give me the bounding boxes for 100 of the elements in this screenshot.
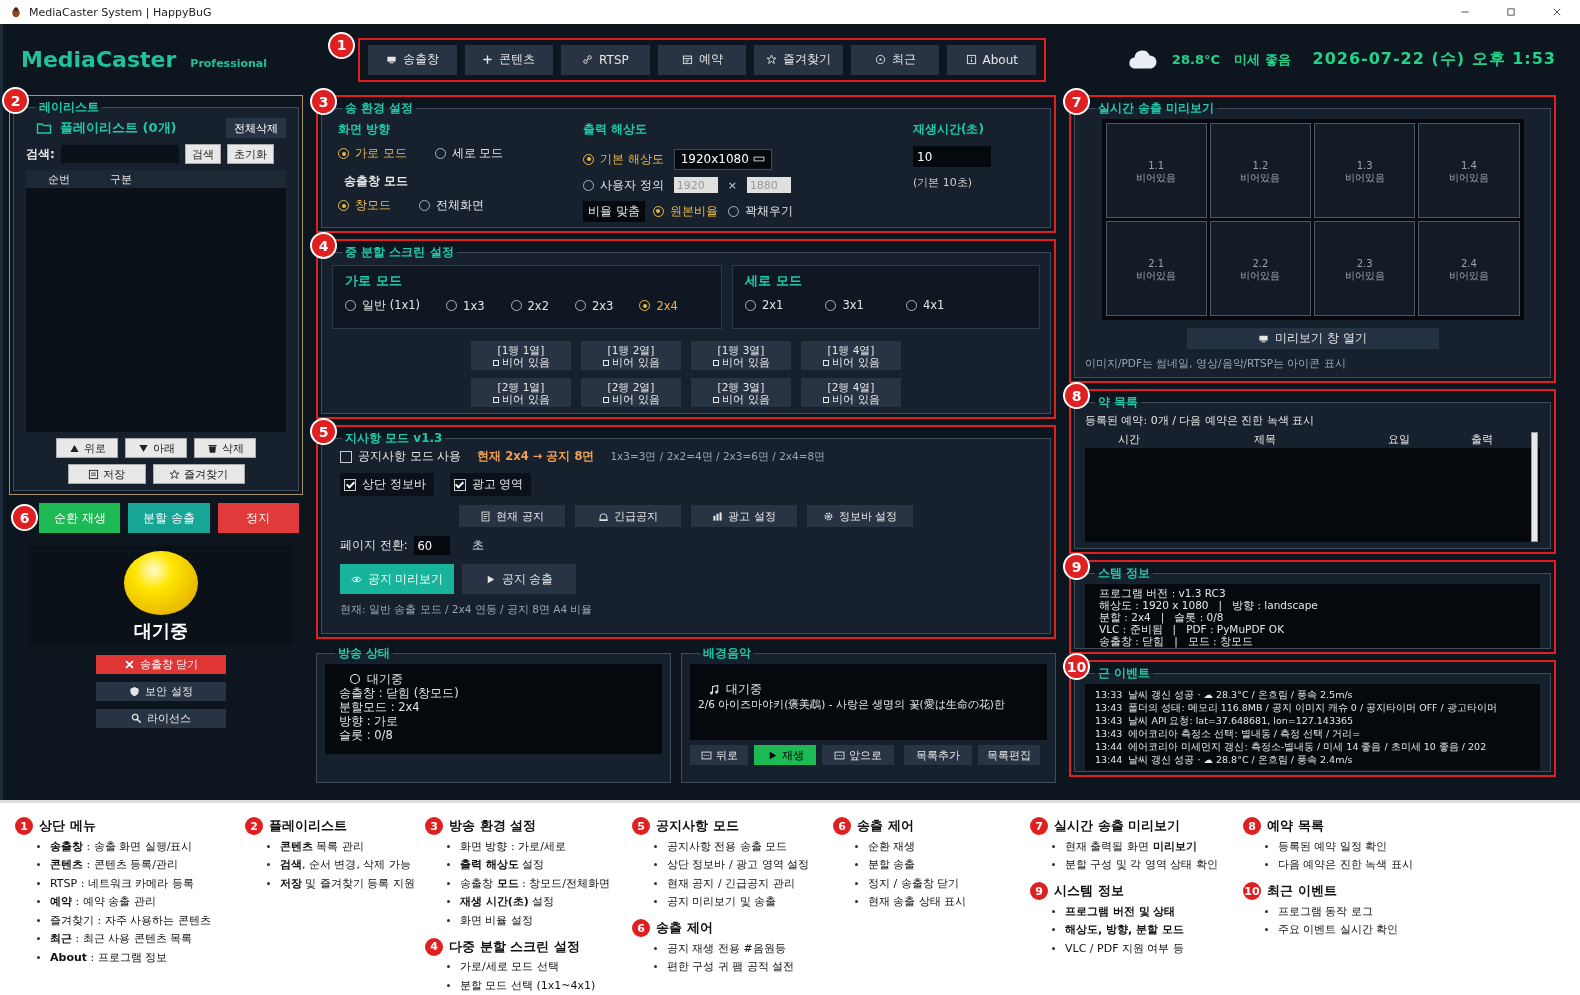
legend-item: 프로그램 동작 로그 — [1278, 903, 1373, 919]
radio-option[interactable]: 사용자 정의 — [583, 177, 664, 193]
legend-item: 순환 재생 — [868, 838, 916, 854]
open-preview-button[interactable]: 미리보기 창 열기 — [1186, 328, 1439, 349]
number-badge: 6 — [632, 919, 650, 937]
log-message: 날씨 갱신 성공 · ☁ 28.8°C / 온흐림 / 풍속 2.4m/s — [1128, 753, 1353, 766]
bullet-icon — [855, 881, 858, 885]
playlist-button[interactable]: 삭제 — [194, 438, 256, 458]
panel-title: 레이리스트 — [38, 99, 100, 116]
menu-button[interactable]: 즐겨찾기 — [754, 44, 843, 75]
bullet-icon — [855, 900, 858, 904]
radio-option[interactable]: 3x1 — [825, 298, 864, 312]
cell-button[interactable]: [2행 1열] 비어 있음 — [471, 378, 571, 407]
duration-field[interactable]: 10 — [913, 146, 991, 167]
bullet-icon — [1265, 928, 1268, 932]
section-label: 재생시간(초) — [913, 121, 985, 138]
legend-heading: 다중 분할 스크린 설정 — [449, 937, 580, 956]
slot-number: 2.2 — [1252, 258, 1269, 271]
clear-all-button[interactable]: 전체삭제 — [226, 118, 286, 138]
cell-button[interactable]: [1행 3열] 비어 있음 — [691, 341, 791, 370]
bullet-icon — [654, 965, 657, 969]
column-header: 순번 — [48, 171, 70, 187]
legend-item: 화면 방향 : 가로/세로 — [460, 838, 566, 854]
bullet-icon — [1052, 863, 1055, 867]
radio-option[interactable]: 2x1 — [745, 298, 784, 312]
playlist-button[interactable]: 저장 — [67, 464, 146, 484]
cell-button[interactable]: [1행 4열] 비어 있음 — [801, 341, 901, 370]
radio-option[interactable]: 2x4 — [639, 298, 678, 313]
number-badge: 6 — [11, 504, 38, 531]
music-button[interactable]: 목록추가 — [904, 745, 972, 765]
panel-title: 실시간 송출 미리보기 — [1097, 100, 1216, 117]
interval-field[interactable]: 60 — [413, 536, 450, 555]
radio-option[interactable]: 1x3 — [446, 298, 485, 313]
star-icon — [766, 54, 778, 65]
legend-heading: 플레이리스트 — [269, 817, 347, 835]
radio-option[interactable]: 일반 (1x1) — [345, 298, 421, 313]
cell-button[interactable]: [2행 3열] 비어 있음 — [691, 378, 791, 407]
bullet-icon — [1052, 946, 1055, 950]
legend-item: 송출창 : 송출 화면 실행/표시 — [50, 838, 193, 854]
radio-option[interactable]: 2x2 — [510, 298, 549, 313]
checkbox[interactable]: 공지사항 모드 사용 — [340, 449, 462, 464]
cell-button[interactable]: [2행 2열] 비어 있음 — [581, 378, 681, 407]
bullet-icon — [447, 881, 450, 885]
radio-option[interactable]: 창모드 — [338, 198, 391, 213]
radio-option[interactable]: 꽉채우기 — [727, 203, 793, 219]
radio-option[interactable]: 세로 모드 — [434, 146, 504, 161]
plus-icon — [482, 54, 494, 65]
menu-button[interactable]: RTSP — [561, 44, 650, 75]
scrollbar[interactable] — [1531, 432, 1538, 542]
playlist-button[interactable]: 아래 — [125, 438, 187, 458]
music-button[interactable]: 재생 — [754, 745, 816, 765]
cell-button[interactable]: [1행 1열] 비어 있음 — [471, 341, 571, 370]
resolution-dropdown[interactable]: 1920x1080 — [673, 148, 772, 170]
action-button[interactable]: 보안 설정 — [96, 682, 226, 701]
music-button[interactable]: 앞으로 — [822, 745, 894, 765]
checkbox[interactable]: 광고 영역 — [449, 473, 532, 496]
action-button[interactable]: 송출창 닫기 — [96, 655, 226, 674]
slot-status: 비어있음 — [1344, 172, 1385, 184]
search-button[interactable]: 검색 — [184, 144, 221, 164]
action-button[interactable]: 라이선스 — [96, 709, 226, 728]
reset-button[interactable]: 초기화 — [226, 144, 274, 164]
music-button[interactable]: 뒤로 — [690, 745, 748, 765]
cell-button[interactable]: [2행 4열] 비어 있음 — [801, 378, 901, 407]
menu-button[interactable]: 콘텐츠 — [464, 44, 554, 75]
notice-button[interactable]: 공지 송출 — [462, 564, 576, 594]
legend-heading: 예약 목록 — [1267, 817, 1324, 835]
search-label: 검색: — [26, 145, 55, 163]
legend-item: 저장 및 즐겨찾기 등록 지원 — [280, 875, 415, 891]
tool-button[interactable]: 긴급공지 — [575, 505, 681, 527]
checkbox[interactable]: 상단 정보바 — [340, 473, 434, 496]
tool-button[interactable]: 광고 설정 — [691, 505, 797, 527]
playlist-button[interactable]: 즐겨찾기 — [152, 464, 245, 484]
menu-button[interactable]: About — [947, 44, 1037, 75]
menu-button[interactable]: 최근 — [850, 44, 940, 75]
trash-icon — [206, 442, 218, 454]
radio-option[interactable]: 4x1 — [905, 298, 945, 312]
date-time-text: 2026-07-22 (수) 오후 1:53 — [1312, 49, 1556, 70]
legend-item: 해상도, 방향, 분할 모드 — [1065, 922, 1184, 938]
legend-heading: 송출 제어 — [857, 817, 914, 835]
radio-option[interactable]: 2x3 — [575, 298, 614, 313]
music-status: 대기중 — [726, 682, 762, 697]
status-line: 방향 : 가로 — [339, 714, 400, 728]
control-button[interactable]: 정지 — [217, 503, 299, 533]
playlist-button[interactable]: 위로 — [56, 438, 118, 458]
number-badge: 10 — [1243, 882, 1261, 900]
radio-option[interactable]: 기본 해상도 — [583, 151, 664, 167]
radio-option[interactable]: 가로 모드 — [338, 146, 407, 161]
tool-button[interactable]: 현재 공지 — [459, 505, 565, 527]
number-badge: 4 — [425, 937, 443, 956]
legend-item: 콘텐츠 목록 관리 — [280, 838, 364, 854]
menu-button[interactable]: 송출창 — [368, 44, 457, 75]
dropdown-icon — [752, 153, 765, 165]
folder-icon — [36, 120, 52, 136]
log-time: 13:44 — [1095, 740, 1123, 753]
radio-option[interactable]: 원본비율 — [652, 203, 718, 219]
tool-button[interactable]: 정보바 설정 — [807, 505, 913, 527]
radio-option[interactable]: 전체화면 — [419, 198, 484, 213]
menu-button[interactable]: 예약 — [657, 44, 747, 75]
cell-button[interactable]: [1행 2열] 비어 있음 — [581, 341, 681, 370]
music-button[interactable]: 목록편집 — [978, 745, 1040, 765]
